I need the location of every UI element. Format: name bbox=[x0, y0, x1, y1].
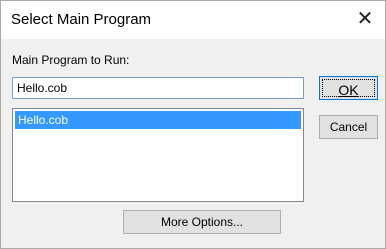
main-program-input-value: Hello.cob bbox=[17, 81, 68, 95]
dialog-title: Select Main Program bbox=[11, 11, 152, 28]
more-options-button[interactable]: More Options... bbox=[123, 210, 281, 234]
ok-button-label: OK bbox=[338, 82, 359, 98]
ok-button[interactable]: OK bbox=[319, 76, 378, 100]
titlebar: Select Main Program ✕ bbox=[1, 1, 385, 39]
close-icon[interactable]: ✕ bbox=[353, 6, 377, 32]
main-program-input[interactable]: Hello.cob bbox=[12, 77, 304, 99]
dialog-window: Select Main Program ✕ Main Program to Ru… bbox=[0, 0, 386, 249]
cancel-button[interactable]: Cancel bbox=[319, 115, 378, 139]
cancel-button-label: Cancel bbox=[329, 120, 368, 134]
more-options-button-label: More Options... bbox=[160, 215, 244, 229]
list-item[interactable]: Hello.cob bbox=[15, 111, 301, 129]
ok-focus-rect: OK bbox=[322, 79, 375, 98]
program-listbox[interactable]: Hello.cob bbox=[12, 108, 304, 202]
main-program-label: Main Program to Run: bbox=[12, 53, 130, 67]
